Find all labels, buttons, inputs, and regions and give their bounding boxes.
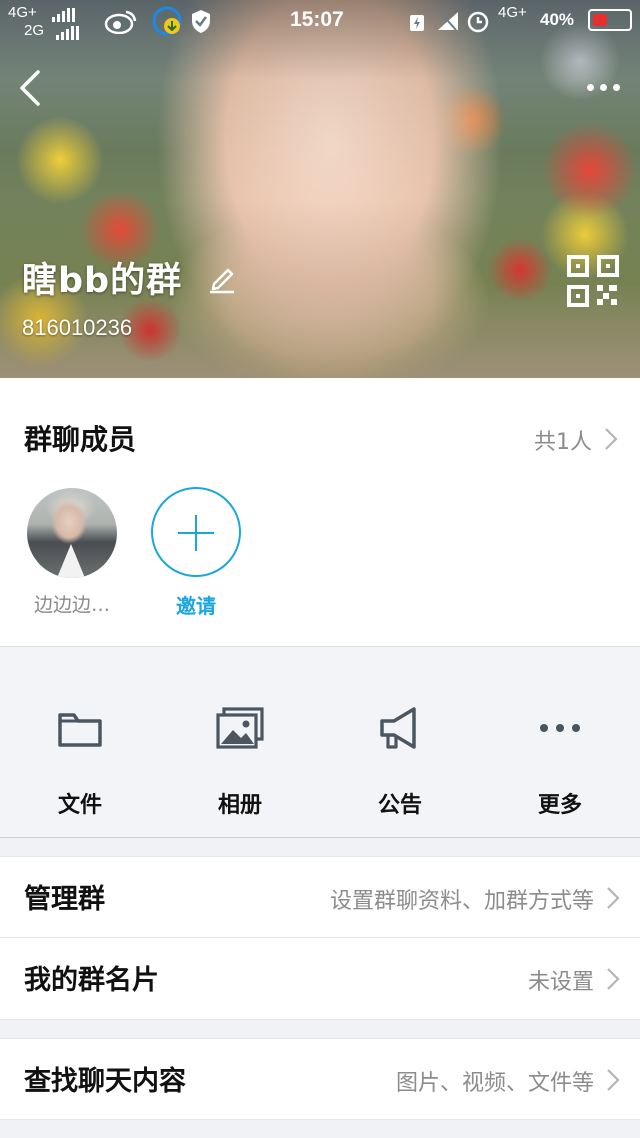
my-group-card-value: 未设置 — [527, 970, 594, 995]
files-action[interactable]: 文件 — [0, 647, 160, 837]
chevron-right-icon — [607, 887, 620, 909]
more-action[interactable]: 更多 — [480, 647, 640, 837]
charging-icon — [410, 15, 424, 31]
network-type-right: 4G+ — [498, 4, 527, 21]
invite-label: 邀请 — [176, 594, 216, 618]
announcement-label: 公告 — [377, 793, 422, 818]
album-action[interactable]: 相册 — [160, 647, 320, 837]
edit-icon[interactable] — [206, 262, 238, 294]
more-dot — [586, 83, 594, 91]
my-group-card-title: 我的群名片 — [24, 965, 159, 996]
more-dot — [599, 83, 607, 91]
search-chat-value: 图片、视频、文件等 — [395, 1071, 594, 1096]
alarm-icon — [467, 11, 489, 33]
quick-actions-bar: 文件 相册 公告 更多 — [0, 646, 640, 838]
wifi-off-icon — [438, 11, 458, 31]
album-icon — [216, 707, 264, 749]
weibo-icon — [104, 10, 137, 34]
chevron-right-icon — [607, 1069, 620, 1091]
battery-percent: 40% — [540, 10, 575, 29]
megaphone-icon — [380, 707, 416, 749]
manage-group-title: 管理群 — [24, 884, 105, 915]
announcement-action[interactable]: 公告 — [320, 647, 480, 837]
battery-icon — [588, 9, 632, 31]
search-chat-row[interactable]: 查找聊天内容 图片、视频、文件等 — [0, 1038, 640, 1120]
invite-button[interactable] — [151, 487, 241, 577]
download-notification-icon — [152, 6, 182, 36]
member-name: 边边边… — [33, 594, 110, 616]
group-name: 瞎bb的群 — [22, 261, 183, 301]
my-group-card-row[interactable]: 我的群名片 未设置 — [0, 938, 640, 1020]
members-count[interactable]: 共1人 — [534, 424, 592, 456]
qrcode-icon[interactable] — [566, 254, 620, 308]
chevron-right-icon[interactable] — [604, 427, 618, 451]
status-bar: 4G+ 2G 15:07 4G+ 40% — [0, 0, 640, 42]
clock-time: 15:07 — [290, 8, 344, 31]
network-type-bottom: 2G — [24, 22, 45, 39]
chevron-right-icon — [607, 968, 620, 990]
manage-group-value: 设置群聊资料、加群方式等 — [329, 889, 594, 914]
member-avatar[interactable] — [27, 488, 117, 578]
more-menu-button[interactable] — [580, 76, 626, 98]
files-label: 文件 — [57, 793, 102, 818]
group-id: 816010236 — [22, 315, 133, 340]
folder-icon — [58, 713, 102, 747]
members-title: 群聊成员 — [24, 423, 137, 456]
group-members-section: 群聊成员 共1人 边边边… 邀请 — [0, 378, 640, 646]
more-dots-icon — [540, 724, 580, 732]
network-type-top: 4G+ — [8, 4, 37, 21]
more-label: 更多 — [537, 793, 582, 818]
shield-icon — [192, 10, 210, 33]
search-chat-title: 查找聊天内容 — [24, 1066, 186, 1097]
back-icon[interactable] — [12, 66, 52, 110]
signal-bars-top-icon — [52, 8, 75, 22]
signal-bars-bottom-icon — [56, 26, 79, 40]
manage-group-row[interactable]: 管理群 设置群聊资料、加群方式等 — [0, 856, 640, 938]
album-label: 相册 — [217, 793, 262, 818]
more-dot — [612, 83, 620, 91]
